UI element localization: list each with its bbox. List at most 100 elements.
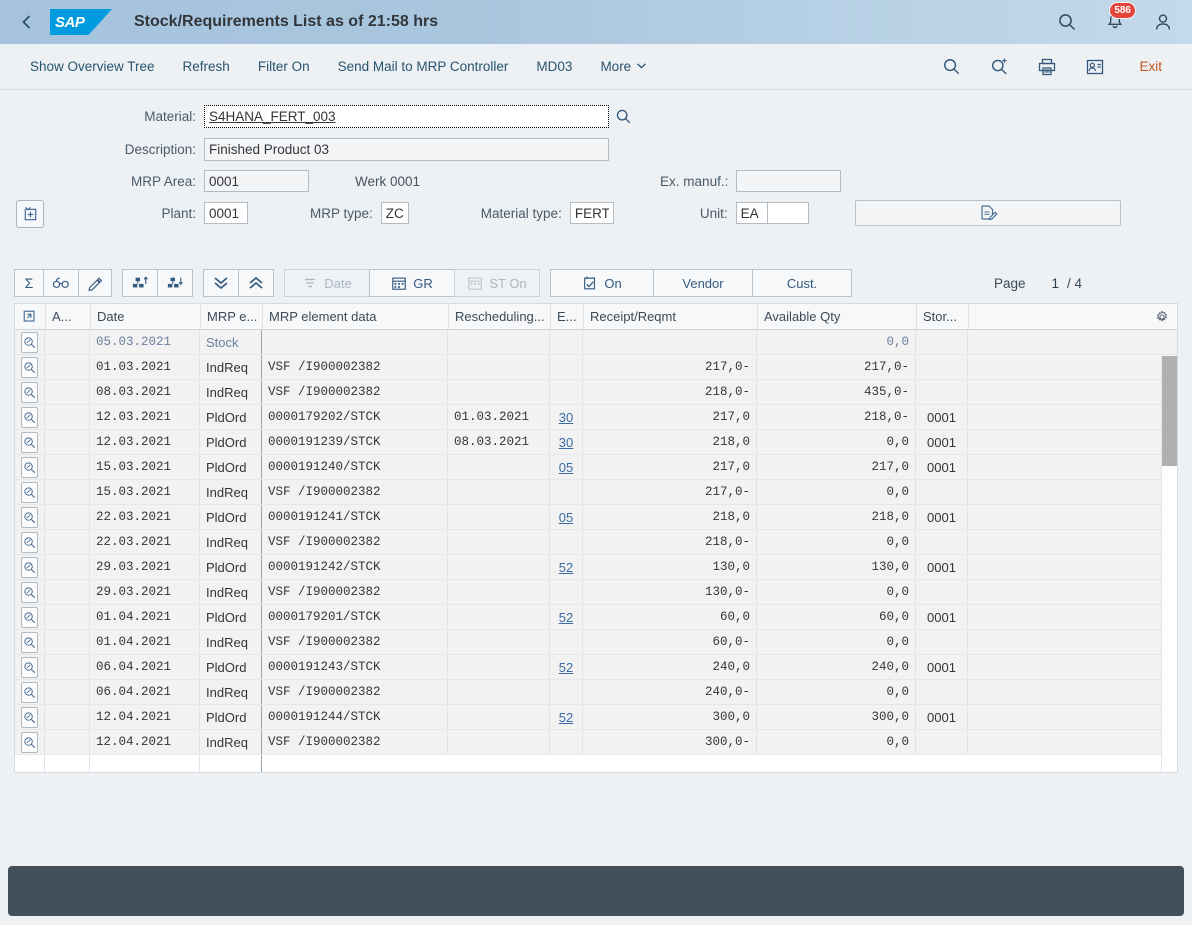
table-row[interactable]: 05.03.2021 Stock 0,0 [15,330,1177,355]
cell-exception[interactable]: 30 [550,430,583,454]
table-row[interactable]: 12.03.2021 PldOrd 0000191239/STCK 08.03.202… [15,430,1177,455]
row-magnifier-button[interactable] [21,706,38,728]
cell-exception[interactable]: 52 [550,555,583,579]
exception-link[interactable]: 05 [559,510,573,525]
column-header-available-qty[interactable]: Available Qty [758,304,917,329]
column-header-rescheduling[interactable]: Rescheduling... [449,304,551,329]
share-user-button[interactable] [1071,44,1119,90]
column-header-date[interactable]: Date [91,304,201,329]
cell-exception[interactable]: 52 [550,605,583,629]
column-header-receipt-reqmt[interactable]: Receipt/Reqmt [584,304,758,329]
table-row[interactable]: 06.04.2021 PldOrd 0000191243/STCK 52 240,0 24… [15,655,1177,680]
page-current[interactable]: 1 [1051,276,1059,291]
row-magnifier-button[interactable] [21,581,38,603]
exception-link[interactable]: 30 [559,435,573,450]
table-row[interactable]: 01.04.2021 PldOrd 0000179201/STCK 52 60,0 60,… [15,605,1177,630]
exception-link[interactable]: 30 [559,410,573,425]
unit-input[interactable] [735,202,768,224]
print-button[interactable] [1023,44,1071,90]
table-row[interactable]: 15.03.2021 PldOrd 0000191240/STCK 05 217,0 21… [15,455,1177,480]
exit-button[interactable]: Exit [1119,59,1176,74]
table-row[interactable]: 06.04.2021 IndReq VSF /I900002382 240,0- 0,0 [15,680,1177,705]
grid-settings-button[interactable] [1147,304,1177,329]
on-date-button[interactable]: On [550,269,654,297]
column-header-storage[interactable]: Stor... [917,304,969,329]
column-header-a[interactable]: A... [46,304,91,329]
back-button[interactable] [10,5,44,39]
row-magnifier-button[interactable] [21,556,38,578]
cell-exception[interactable]: 52 [550,705,583,729]
sum-button[interactable]: Σ [14,269,44,297]
vendor-button[interactable]: Vendor [653,269,753,297]
gr-button[interactable]: GR [369,269,455,297]
material-type-input[interactable] [569,202,614,224]
navigate-up-button[interactable] [122,269,158,297]
exception-link[interactable]: 52 [559,660,573,675]
button-show-overview-tree[interactable]: Show Overview Tree [14,44,169,90]
grid-scroll-thumb[interactable] [1162,356,1177,466]
exception-link[interactable]: 52 [559,610,573,625]
row-magnifier-button[interactable] [21,631,38,653]
cell-exception[interactable]: 05 [550,505,583,529]
exception-link[interactable]: 05 [559,460,573,475]
table-row[interactable]: 15.03.2021 IndReq VSF /I900002382 217,0- 0,0 [15,480,1177,505]
cell-exception[interactable]: 05 [550,455,583,479]
find-button[interactable] [927,44,975,90]
row-magnifier-button[interactable] [21,456,38,478]
exception-link[interactable]: 52 [559,710,573,725]
user-avatar-button[interactable] [1148,7,1178,37]
column-header-e[interactable]: E... [551,304,584,329]
table-row[interactable]: 12.04.2021 IndReq VSF /I900002382 300,0- 0,0 [15,730,1177,755]
table-row[interactable]: 12.03.2021 PldOrd 0000179202/STCK 01.03.202… [15,405,1177,430]
table-row[interactable]: 12.04.2021 PldOrd 0000191244/STCK 52 300,0 30… [15,705,1177,730]
customer-button[interactable]: Cust. [752,269,852,297]
table-row[interactable]: 01.03.2021 IndReq VSF /I900002382 217,0- 217… [15,355,1177,380]
table-row[interactable]: 29.03.2021 IndReq VSF /I900002382 130,0- 0,0 [15,580,1177,605]
button-md03[interactable]: MD03 [522,44,586,90]
table-row[interactable]: 01.04.2021 IndReq VSF /I900002382 60,0- 0,0 [15,630,1177,655]
row-magnifier-button[interactable] [21,356,38,378]
display-details-button[interactable] [43,269,79,297]
grid-vertical-scrollbar[interactable] [1161,356,1177,772]
row-magnifier-button[interactable] [21,731,38,753]
button-more[interactable]: More [586,44,661,90]
mrp-type-input[interactable] [380,202,409,224]
row-magnifier-button[interactable] [21,506,38,528]
ex-manuf-input[interactable] [736,170,842,192]
row-magnifier-button[interactable] [21,656,38,678]
edit-button[interactable] [78,269,112,297]
grid-select-all-button[interactable] [15,304,46,329]
row-magnifier-button[interactable] [21,681,38,703]
column-header-blank[interactable] [969,304,1147,329]
long-text-button[interactable] [854,200,1121,226]
material-value-help-button[interactable] [612,105,634,127]
row-magnifier-button[interactable] [21,531,38,553]
row-magnifier-button[interactable] [21,406,38,428]
row-magnifier-button[interactable] [21,331,38,353]
button-filter-on[interactable]: Filter On [244,44,324,90]
row-magnifier-button[interactable] [21,381,38,403]
exception-link[interactable]: 52 [559,560,573,575]
row-magnifier-button[interactable] [21,431,38,453]
scroll-to-top-button[interactable] [238,269,274,297]
row-magnifier-button[interactable] [21,606,38,628]
notifications-button[interactable]: 586 [1100,2,1136,37]
table-row[interactable]: 08.03.2021 IndReq VSF /I900002382 218,0- 435… [15,380,1177,405]
table-row[interactable]: 29.03.2021 PldOrd 0000191242/STCK 52 130,0 13… [15,555,1177,580]
cell-exception[interactable]: 52 [550,655,583,679]
shell-search-button[interactable] [1052,7,1082,37]
find-next-button[interactable] [975,44,1023,90]
navigate-down-button[interactable] [157,269,193,297]
button-send-mail-to-mrp-controller[interactable]: Send Mail to MRP Controller [324,44,523,90]
column-header-mrp-element-data[interactable]: MRP element data [263,304,449,329]
material-input[interactable] [204,104,609,128]
scroll-to-bottom-button[interactable] [203,269,239,297]
table-row[interactable]: 22.03.2021 IndReq VSF /I900002382 218,0- 0,0 [15,530,1177,555]
cell-exception[interactable]: 30 [550,405,583,429]
table-row[interactable]: 22.03.2021 PldOrd 0000191241/STCK 05 218,0 21… [15,505,1177,530]
unit-secondary-input[interactable] [766,202,809,224]
column-header-mrp-element[interactable]: MRP e... [201,304,263,329]
button-refresh[interactable]: Refresh [169,44,244,90]
row-magnifier-button[interactable] [21,481,38,503]
plant-input[interactable] [204,202,248,224]
